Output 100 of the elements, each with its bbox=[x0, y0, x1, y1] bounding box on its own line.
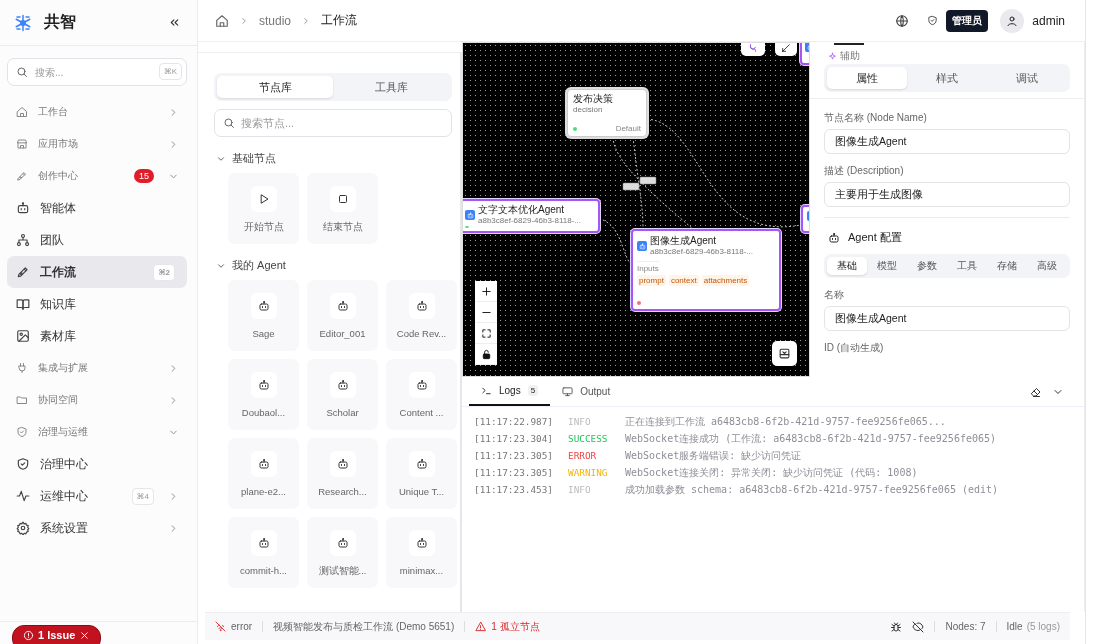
log-level: INFO bbox=[568, 484, 592, 495]
eye-off-icon[interactable] bbox=[912, 620, 925, 633]
tab[interactable]: Logs 5 bbox=[469, 377, 551, 406]
node-title: 文字文本优化Agent bbox=[478, 204, 566, 216]
nav-item[interactable]: 素材库 bbox=[7, 320, 187, 352]
eraser-icon[interactable] bbox=[1030, 385, 1042, 398]
nav-label: 知识库 bbox=[40, 295, 77, 313]
tab[interactable]: 模型 bbox=[867, 257, 907, 275]
search-field[interactable]: 搜索节点... bbox=[214, 109, 452, 137]
node-card[interactable]: Sage bbox=[228, 280, 299, 351]
robot-icon bbox=[336, 458, 349, 470]
tab[interactable]: 基础 bbox=[827, 257, 867, 275]
workflow-node[interactable]: 文字文本优化Agent a8b3c8ef-6829-46b3-8118-... bbox=[463, 199, 600, 233]
tab[interactable]: Output bbox=[550, 377, 623, 406]
tab[interactable]: 调试 bbox=[987, 67, 1067, 89]
breadcrumb-link[interactable]: studio bbox=[259, 13, 292, 28]
tab[interactable]: 属性 bbox=[827, 67, 907, 89]
card-label: 开始节点 bbox=[243, 221, 284, 234]
nav-item[interactable]: 系统设置 bbox=[7, 512, 187, 544]
node-card[interactable]: Scholar bbox=[307, 359, 378, 430]
card-label: Editor_001 bbox=[319, 328, 366, 339]
close-icon bbox=[79, 629, 91, 641]
node-card[interactable]: minimax... bbox=[386, 517, 457, 588]
section-header[interactable]: 我的 Agent bbox=[216, 258, 452, 273]
node-card[interactable]: Doubaol... bbox=[228, 359, 299, 430]
node-card[interactable]: 结束节点 bbox=[307, 173, 378, 244]
log-time: [11:17:23.453] bbox=[474, 484, 555, 495]
nav-item[interactable]: 知识库 bbox=[7, 288, 187, 320]
tab[interactable]: 参数 bbox=[907, 257, 947, 275]
nav-item[interactable]: 创作中心 15 bbox=[7, 160, 187, 192]
robot-icon bbox=[415, 458, 428, 470]
warning-link[interactable]: 1 孤立节点 bbox=[475, 619, 540, 634]
inputs-label: Inputs bbox=[637, 261, 659, 273]
node-card[interactable]: Research... bbox=[307, 438, 378, 509]
nav-label: 素材库 bbox=[40, 327, 77, 345]
assist-label[interactable]: 辅助 bbox=[828, 49, 1070, 63]
nav-item[interactable]: 治理与运维 bbox=[7, 416, 187, 448]
edge-label bbox=[639, 176, 657, 185]
breadcrumb-link[interactable]: 工作流 bbox=[321, 12, 358, 29]
nav-label: 工作台 bbox=[38, 105, 69, 119]
node-title: 图像生成Agent bbox=[650, 235, 718, 247]
nav-item[interactable]: 应用市场 bbox=[7, 128, 187, 160]
tab[interactable]: 样式 bbox=[907, 67, 987, 89]
nav-item[interactable]: 运维中心 ⌘4 bbox=[7, 480, 187, 512]
log-message: 成功加载参数 schema: a6483cb8-6f2b-421d-9757-fee9256fe065 (edit) bbox=[625, 482, 999, 497]
minimap-button[interactable] bbox=[772, 341, 797, 366]
tab[interactable]: 高级 bbox=[1027, 257, 1067, 275]
robot-icon bbox=[415, 300, 428, 312]
node-card[interactable]: commit-h... bbox=[228, 517, 299, 588]
node-card[interactable]: Code Rev... bbox=[386, 280, 457, 351]
workflow-node[interactable]: 发布决策 decision Default bbox=[567, 89, 647, 137]
node-card[interactable]: plane-e2... bbox=[228, 438, 299, 509]
panel-icon bbox=[778, 347, 791, 360]
run-state: Idle bbox=[1006, 621, 1023, 632]
log-time: [11:17:23.305] bbox=[474, 467, 555, 478]
text-field[interactable]: 图像生成Agent bbox=[824, 306, 1070, 331]
warning-icon bbox=[475, 621, 487, 632]
node-card[interactable]: 测试智能... bbox=[307, 517, 378, 588]
nav-label: 治理中心 bbox=[40, 455, 89, 473]
layout-button[interactable] bbox=[741, 43, 765, 56]
node-card[interactable]: 开始节点 bbox=[228, 173, 299, 244]
text-field[interactable]: 主要用于生成图像 bbox=[824, 182, 1070, 207]
robot-icon bbox=[465, 210, 475, 220]
field-label: 节点名称 (Node Name) bbox=[824, 111, 928, 125]
tab[interactable]: 工具 bbox=[947, 257, 987, 275]
shield-icon bbox=[16, 457, 30, 471]
node-subtitle: decision bbox=[573, 105, 604, 115]
bug-icon[interactable] bbox=[890, 620, 903, 633]
globe-icon[interactable] bbox=[895, 13, 910, 28]
card-label: Scholar bbox=[326, 407, 359, 418]
nav-label: 治理与运维 bbox=[38, 425, 89, 439]
workflow-canvas[interactable]: 发布决策 decision Default 文字文本优化Agent a8b3c8ef-6829-46b3-8118-... 图像生成Agent a8b3c8ef-6829-46b3-8118-... Inputs prompt context attachments bbox=[462, 42, 810, 377]
nav-item[interactable]: 工作流 ⌘2 bbox=[7, 256, 187, 288]
node-card[interactable]: Editor_001 bbox=[307, 280, 378, 351]
node-card[interactable]: Unique T... bbox=[386, 438, 457, 509]
collapse-button[interactable] bbox=[775, 43, 797, 56]
log-time: [11:17:22.987] bbox=[474, 416, 555, 427]
collapse-icon[interactable] bbox=[168, 16, 181, 29]
nav-item[interactable]: 工作台 bbox=[7, 96, 187, 128]
node-card[interactable]: Content ... bbox=[386, 359, 457, 430]
issue-button[interactable]: 1 Issue bbox=[12, 625, 102, 644]
log-message: WebSocket连接成功 (工作流: a6483cb8-6f2b-421d-9757-fee9256fe065) bbox=[625, 431, 997, 446]
nav-item[interactable]: 协同空间 bbox=[7, 384, 187, 416]
robot-icon bbox=[257, 300, 270, 312]
bot-icon bbox=[16, 201, 30, 215]
nav-label: 系统设置 bbox=[40, 519, 89, 537]
tab[interactable]: 节点库 bbox=[217, 76, 333, 98]
nav-item[interactable]: 治理中心 bbox=[7, 448, 187, 480]
nav-item[interactable]: 集成与扩展 bbox=[7, 352, 187, 384]
nav-item[interactable]: 团队 bbox=[7, 224, 187, 256]
workflow-node[interactable]: 图像生成Agent a8b3c8ef-6829-46b3-8118-... Inputs prompt context attachments bbox=[631, 229, 781, 311]
section-header[interactable]: 基础节点 bbox=[216, 151, 452, 166]
tab[interactable]: 工具库 bbox=[333, 76, 449, 98]
home-icon[interactable] bbox=[215, 13, 229, 28]
nav-item[interactable]: 智能体 bbox=[7, 192, 187, 224]
avatar[interactable] bbox=[1000, 8, 1025, 33]
home-icon bbox=[16, 106, 28, 118]
text-field[interactable]: 图像生成Agent bbox=[824, 129, 1070, 154]
tab[interactable]: 存储 bbox=[987, 257, 1027, 275]
card-label: Sage bbox=[252, 328, 275, 339]
